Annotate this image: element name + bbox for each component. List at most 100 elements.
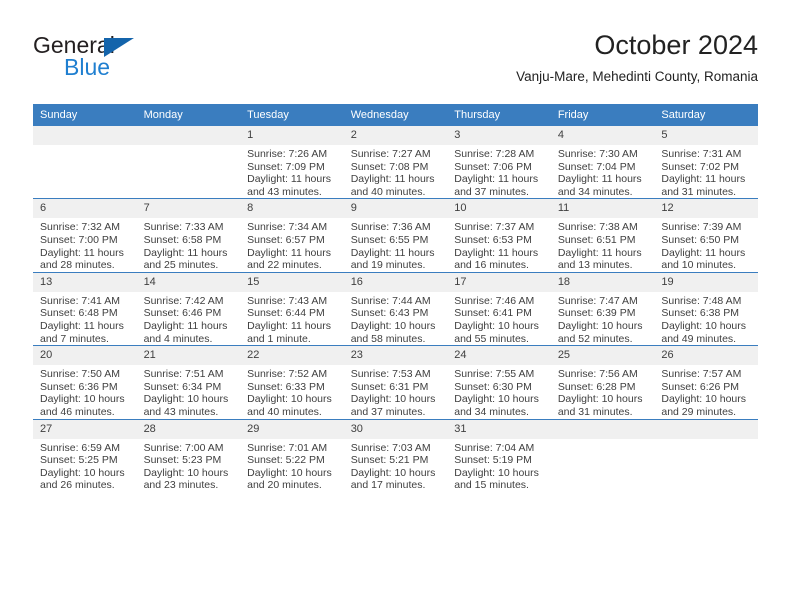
calendar-cell-empty: [33, 124, 137, 199]
day-number: 22: [240, 346, 344, 366]
calendar-day-cell[interactable]: 22 Sunrise: 7:52 AM Sunset: 6:33 PM Dayligh…: [240, 345, 344, 419]
sunrise-text: Sunrise: 7:41 AM: [40, 294, 120, 307]
day-details: Sunrise: 7:38 AM Sunset: 6:51 PM Daylight:…: [551, 218, 655, 271]
calendar-week-row: 27 Sunrise: 6:59 AM Sunset: 5:25 PM Dayligh…: [33, 418, 758, 492]
daylight-text: Daylight: 10 hours and 37 minutes.: [350, 393, 436, 418]
sunrise-text: Sunrise: 7:36 AM: [350, 221, 431, 234]
calendar-day-cell[interactable]: 1 Sunrise: 7:26 AM Sunset: 7:09 PM Daylight…: [240, 124, 344, 199]
calendar-day-cell[interactable]: 5 Sunrise: 7:31 AM Sunset: 7:02 PM Daylight…: [654, 124, 758, 199]
sunset-text: Sunset: 6:30 PM: [454, 380, 532, 393]
day-number: 14: [136, 272, 241, 292]
day-details: Sunrise: 7:57 AM Sunset: 6:26 PM Daylight:…: [654, 365, 758, 418]
day-details: Sunrise: 7:50 AM Sunset: 6:36 PM Daylight:…: [33, 365, 137, 418]
calendar-day-cell[interactable]: 3 Sunrise: 7:28 AM Sunset: 7:06 PM Daylight…: [447, 124, 551, 199]
calendar-cell-empty: [136, 124, 241, 199]
day-details: Sunrise: 7:56 AM Sunset: 6:28 PM Daylight:…: [551, 365, 655, 418]
sunrise-text: Sunrise: 7:46 AM: [454, 294, 535, 307]
day-details: Sunrise: 7:51 AM Sunset: 6:34 PM Daylight:…: [137, 365, 241, 418]
weekday-header-saturday: Saturday: [654, 104, 758, 126]
sunrise-text: Sunrise: 7:03 AM: [350, 441, 431, 454]
calendar-day-cell[interactable]: 17 Sunrise: 7:46 AM Sunset: 6:41 PM Dayligh…: [447, 271, 551, 346]
daylight-text: Daylight: 11 hours and 25 minutes.: [143, 246, 228, 272]
calendar-day-cell[interactable]: 24 Sunrise: 7:55 AM Sunset: 6:30 PM Dayligh…: [447, 345, 551, 419]
day-details: Sunrise: 7:53 AM Sunset: 6:31 PM Daylight:…: [344, 365, 448, 418]
calendar-day-cell[interactable]: 4 Sunrise: 7:30 AM Sunset: 7:04 PM Daylight…: [550, 124, 655, 199]
sunset-text: Sunset: 6:51 PM: [557, 233, 636, 246]
daylight-text: Daylight: 10 hours and 20 minutes.: [247, 466, 332, 492]
calendar-day-cell[interactable]: 14 Sunrise: 7:42 AM Sunset: 6:46 PM Dayligh…: [136, 271, 241, 346]
calendar-day-cell[interactable]: 11 Sunrise: 7:38 AM Sunset: 6:51 PM Dayligh…: [550, 198, 655, 273]
day-details: Sunrise: 7:44 AM Sunset: 6:43 PM Daylight:…: [344, 292, 448, 345]
calendar-day-cell[interactable]: 29 Sunrise: 7:01 AM Sunset: 5:22 PM Dayligh…: [240, 418, 344, 492]
calendar-day-cell[interactable]: 6 Sunrise: 7:32 AM Sunset: 7:00 PM Daylight…: [33, 198, 137, 273]
calendar-day-cell[interactable]: 31 Sunrise: 7:04 AM Sunset: 5:19 PM Dayligh…: [447, 418, 551, 492]
day-details: Sunrise: 7:52 AM Sunset: 6:33 PM Daylight:…: [240, 365, 344, 418]
calendar-body: 1 Sunrise: 7:26 AM Sunset: 7:09 PM Daylight…: [33, 124, 758, 492]
logo-text-blue: Blue: [64, 54, 111, 80]
day-details: Sunrise: 7:41 AM Sunset: 6:48 PM Daylight:…: [33, 292, 137, 345]
calendar-day-cell[interactable]: 30 Sunrise: 7:03 AM Sunset: 5:21 PM Dayligh…: [343, 418, 448, 492]
day-number: 25: [550, 346, 655, 366]
daylight-text: Daylight: 10 hours and 34 minutes.: [454, 393, 539, 418]
calendar-day-cell[interactable]: 15 Sunrise: 7:43 AM Sunset: 6:44 PM Dayligh…: [240, 271, 344, 346]
daylight-text: Daylight: 11 hours and 22 minutes.: [247, 246, 331, 272]
day-details: Sunrise: 7:26 AM Sunset: 7:09 PM Daylight:…: [240, 145, 344, 198]
daylight-text: Daylight: 11 hours and 31 minutes.: [661, 173, 746, 198]
calendar-day-cell[interactable]: 28 Sunrise: 7:00 AM Sunset: 5:23 PM Dayligh…: [136, 418, 241, 492]
calendar-day-cell[interactable]: 23 Sunrise: 7:53 AM Sunset: 6:31 PM Dayligh…: [343, 345, 448, 419]
sunset-text: Sunset: 6:34 PM: [143, 380, 222, 393]
calendar-day-cell[interactable]: 26 Sunrise: 7:57 AM Sunset: 6:26 PM Dayligh…: [654, 345, 758, 419]
daylight-text: Daylight: 10 hours and 52 minutes.: [557, 319, 643, 345]
sunrise-text: Sunrise: 7:37 AM: [454, 221, 535, 234]
calendar-day-cell[interactable]: 13 Sunrise: 7:41 AM Sunset: 6:48 PM Dayligh…: [33, 271, 137, 346]
calendar-day-cell[interactable]: 12 Sunrise: 7:39 AM Sunset: 6:50 PM Dayligh…: [654, 198, 758, 273]
daylight-text: Daylight: 10 hours and 15 minutes.: [454, 466, 539, 492]
sunrise-text: Sunrise: 7:57 AM: [661, 368, 742, 381]
calendar-day-cell[interactable]: 19 Sunrise: 7:48 AM Sunset: 6:38 PM Dayligh…: [654, 271, 758, 346]
calendar-day-cell[interactable]: 9 Sunrise: 7:36 AM Sunset: 6:55 PM Daylight…: [343, 198, 448, 273]
day-details: Sunrise: 7:04 AM Sunset: 5:19 PM Daylight:…: [447, 439, 551, 492]
sunset-text: Sunset: 6:31 PM: [350, 380, 429, 393]
sunset-text: Sunset: 5:21 PM: [350, 454, 429, 467]
sunset-text: Sunset: 6:50 PM: [661, 233, 740, 246]
sunrise-text: Sunrise: 7:52 AM: [247, 368, 328, 381]
day-number: 15: [240, 272, 344, 292]
day-number: 24: [447, 346, 551, 366]
sunrise-text: Sunrise: 7:28 AM: [454, 148, 535, 160]
calendar-week-row: 20 Sunrise: 7:50 AM Sunset: 6:36 PM Dayligh…: [33, 345, 758, 419]
calendar-day-cell[interactable]: 10 Sunrise: 7:37 AM Sunset: 6:53 PM Dayligh…: [447, 198, 551, 273]
weekday-header-thursday: Thursday: [447, 104, 551, 126]
sunrise-text: Sunrise: 7:55 AM: [454, 368, 535, 381]
calendar-day-cell[interactable]: 2 Sunrise: 7:27 AM Sunset: 7:08 PM Daylight…: [343, 124, 448, 199]
calendar-day-cell[interactable]: 21 Sunrise: 7:51 AM Sunset: 6:34 PM Dayligh…: [136, 345, 241, 419]
sunrise-text: Sunrise: 7:43 AM: [247, 294, 328, 307]
day-number: 29: [240, 419, 344, 439]
calendar-day-cell[interactable]: 7 Sunrise: 7:33 AM Sunset: 6:58 PM Daylight…: [136, 198, 241, 273]
calendar-day-cell[interactable]: 18 Sunrise: 7:47 AM Sunset: 6:39 PM Dayligh…: [550, 271, 655, 346]
day-number: 31: [447, 419, 551, 439]
calendar-day-cell[interactable]: 25 Sunrise: 7:56 AM Sunset: 6:28 PM Dayligh…: [550, 345, 655, 419]
day-number: 8: [240, 199, 344, 219]
calendar-day-cell[interactable]: 8 Sunrise: 7:34 AM Sunset: 6:57 PM Daylight…: [240, 198, 344, 273]
logo-general-blue[interactable]: General Blue: [33, 32, 243, 88]
daylight-text: Daylight: 10 hours and 49 minutes.: [661, 319, 747, 345]
daylight-text: Daylight: 10 hours and 40 minutes.: [247, 393, 332, 418]
calendar-day-cell[interactable]: 27 Sunrise: 6:59 AM Sunset: 5:25 PM Dayligh…: [33, 418, 137, 492]
sunset-text: Sunset: 5:25 PM: [40, 454, 118, 467]
day-details: Sunrise: 6:59 AM Sunset: 5:25 PM Daylight:…: [33, 439, 137, 492]
day-number: 10: [447, 199, 551, 219]
sunrise-text: Sunrise: 7:42 AM: [143, 294, 224, 307]
daylight-text: Daylight: 10 hours and 46 minutes.: [40, 393, 125, 418]
weekday-header-wednesday: Wednesday: [343, 104, 448, 126]
sunrise-text: Sunrise: 7:44 AM: [350, 294, 431, 307]
calendar-day-cell[interactable]: 20 Sunrise: 7:50 AM Sunset: 6:36 PM Dayligh…: [33, 345, 137, 419]
day-details: Sunrise: 7:30 AM Sunset: 7:04 PM Daylight:…: [551, 145, 655, 198]
sunrise-text: Sunrise: 7:38 AM: [557, 221, 638, 234]
day-details: Sunrise: 7:03 AM Sunset: 5:21 PM Daylight:…: [344, 439, 448, 492]
daylight-text: Daylight: 10 hours and 26 minutes.: [40, 466, 125, 492]
day-number: 12: [654, 199, 758, 219]
calendar-day-cell[interactable]: 16 Sunrise: 7:44 AM Sunset: 6:43 PM Dayligh…: [343, 271, 448, 346]
sunrise-sunset-calendar: Sunday Monday Tuesday Wednesday Thursday Frid…: [33, 104, 758, 492]
day-details: Sunrise: 7:48 AM Sunset: 6:38 PM Daylight:…: [654, 292, 758, 345]
day-number: 21: [136, 346, 241, 366]
